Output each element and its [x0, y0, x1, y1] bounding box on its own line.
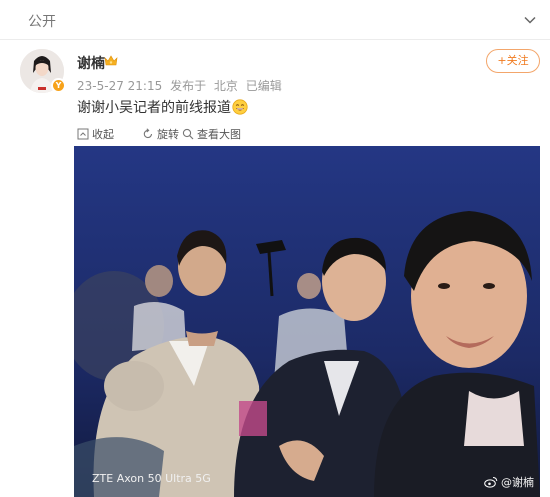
weibo-logo-icon: [484, 477, 498, 488]
post-text: 谢谢小吴记者的前线报道: [77, 97, 248, 117]
collapse-icon: [77, 128, 89, 140]
location-prefix: 发布于: [170, 79, 207, 93]
crown-icon: [104, 55, 118, 66]
author-name[interactable]: 谢楠: [77, 53, 105, 73]
camera-watermark: ZTE Axon 50 Ultra 5G: [92, 472, 211, 485]
rotate-label: 旋转: [157, 128, 179, 141]
edited-label[interactable]: 已编辑: [246, 79, 282, 93]
weibo-post: Y 谢楠 23-5-27 21:15 发布于 北京 已编辑 +关注 谢谢小吴记者…: [0, 40, 550, 497]
follow-button[interactable]: +关注: [486, 49, 540, 73]
weibo-watermark-text: @谢楠: [501, 476, 534, 489]
view-large-button[interactable]: 查看大图: [182, 124, 241, 144]
post-text-body: 谢谢小吴记者的前线报道: [77, 100, 231, 116]
visibility-header: 公开: [0, 0, 550, 40]
post-photo[interactable]: ZTE Axon 50 Ultra 5G @谢楠: [74, 146, 540, 497]
visibility-label: 公开: [28, 14, 56, 30]
rotate-button[interactable]: 旋转: [142, 124, 179, 144]
grinning-face-emoji: [232, 99, 248, 115]
post-timestamp[interactable]: 23-5-27 21:15: [77, 79, 162, 93]
image-actions-bar: 收起 旋转 查看大图: [77, 124, 540, 144]
rotate-icon: [143, 128, 153, 139]
post-meta: 23-5-27 21:15 发布于 北京 已编辑: [77, 77, 286, 94]
weibo-watermark: @谢楠: [484, 474, 534, 490]
post-location: 北京: [213, 79, 238, 93]
verified-badge: Y: [51, 78, 66, 93]
zoom-icon: [182, 128, 194, 140]
view-large-label: 查看大图: [197, 128, 241, 141]
chevron-down-icon[interactable]: [522, 12, 538, 28]
collapse-button[interactable]: 收起: [77, 124, 114, 144]
collapse-label: 收起: [92, 128, 114, 141]
theater-selfie-image: [74, 146, 540, 497]
